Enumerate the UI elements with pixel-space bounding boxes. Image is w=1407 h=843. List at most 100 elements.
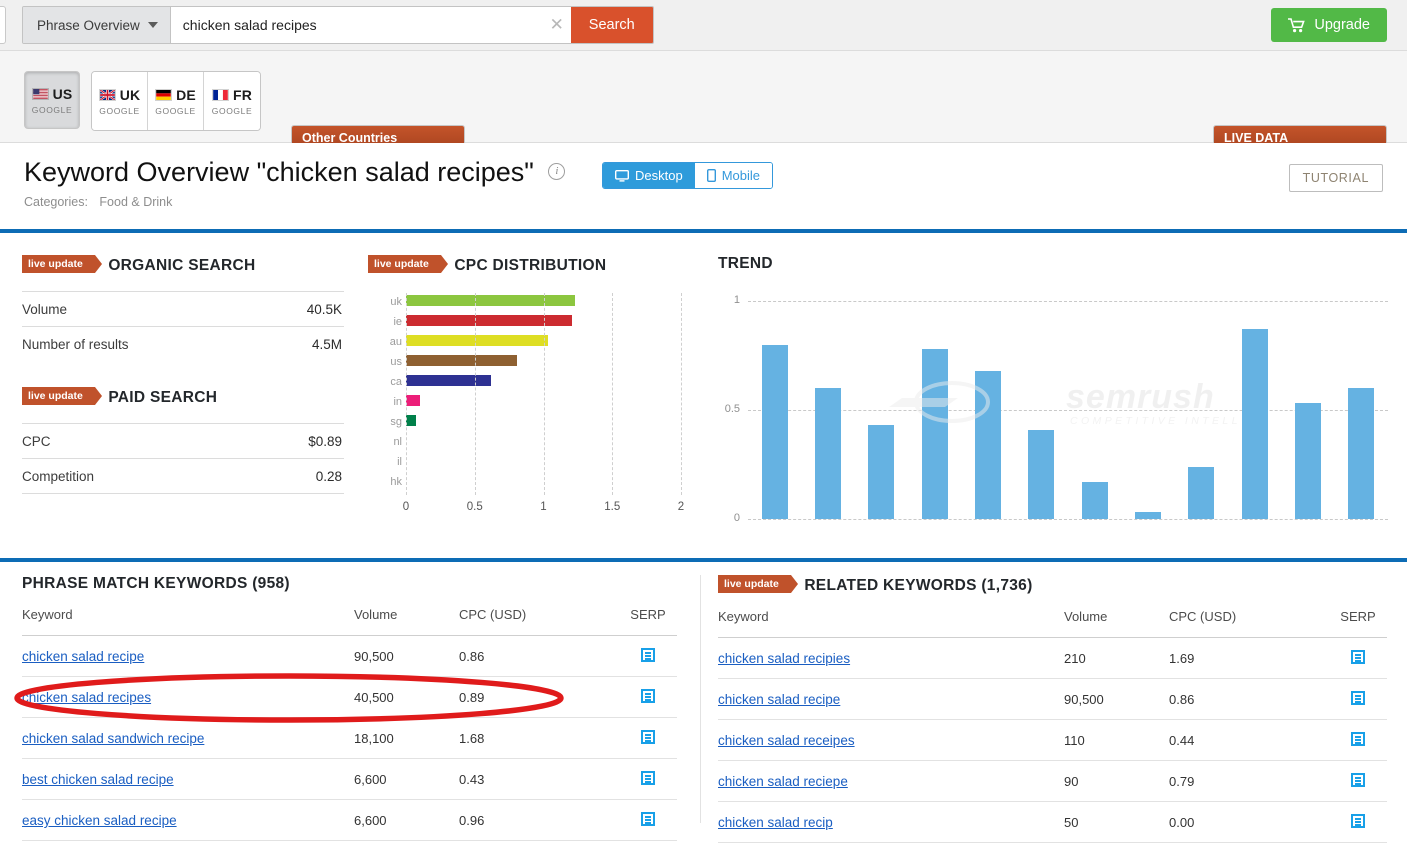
col-volume[interactable]: Volume — [1064, 609, 1169, 638]
trend-bar — [975, 370, 1001, 519]
trend-bar — [1028, 429, 1055, 519]
table-divider — [700, 575, 701, 823]
serp-icon[interactable] — [641, 812, 655, 826]
page-header: Keyword Overview "chicken salad recipes"… — [0, 143, 1407, 229]
live-update-badge: live update — [22, 255, 102, 273]
tab-desktop[interactable]: Desktop — [603, 163, 695, 188]
cpc-bar-ca — [406, 375, 492, 386]
section-divider-bottom — [0, 558, 1407, 562]
upgrade-button[interactable]: Upgrade — [1271, 8, 1387, 42]
db-code-us: US — [52, 85, 73, 102]
cpc-bar-sg — [406, 415, 416, 426]
search-input[interactable] — [170, 7, 543, 43]
tutorial-button[interactable]: TUTORIAL — [1288, 164, 1383, 192]
cell-cpc: 0.00 — [1169, 801, 1329, 843]
serp-icon[interactable] — [1351, 814, 1365, 828]
metric-label: Volume — [22, 302, 68, 317]
keyword-link[interactable]: chicken salad recipes — [22, 690, 151, 705]
cell-serp — [619, 635, 677, 677]
trend-chart: 0 0.5 1 — [718, 294, 1388, 527]
cell-volume: 18,100 — [354, 717, 459, 759]
related-keywords-title: RELATED KEYWORDS (1,736) — [804, 577, 1033, 594]
table-header-row: Keyword Volume CPC (USD) SERP — [22, 607, 677, 636]
cpc-bar-ie — [406, 315, 573, 326]
serp-icon[interactable] — [1351, 732, 1365, 746]
serp-icon[interactable] — [1351, 691, 1365, 705]
table-row: chicken salad recipies 210 1.69 — [718, 637, 1387, 679]
keyword-link[interactable]: chicken salad reciepe — [718, 774, 848, 789]
serp-icon[interactable] — [641, 689, 655, 703]
cell-cpc: 0.79 — [1169, 760, 1329, 802]
metric-value: $0.89 — [308, 434, 342, 449]
cell-keyword: best chicken salad recipe — [22, 758, 354, 800]
cpc-distribution-header: live update CPC DISTRIBUTION — [368, 255, 698, 275]
page-title-text: Keyword Overview "chicken salad recipes" — [24, 157, 534, 187]
cell-keyword: chicken salad recipes — [22, 676, 354, 718]
trend-bar — [1241, 329, 1268, 519]
col-volume[interactable]: Volume — [354, 607, 459, 636]
trend-gridline — [748, 519, 1388, 520]
clear-icon[interactable]: ✕ — [542, 7, 571, 43]
tab-mobile[interactable]: Mobile — [694, 163, 772, 188]
serp-icon[interactable] — [1351, 773, 1365, 787]
keyword-link[interactable]: chicken salad recipe — [22, 649, 144, 664]
trend-ytick-0.5: 0.5 — [724, 403, 740, 415]
trend-title: TREND — [718, 255, 773, 272]
serp-icon[interactable] — [1351, 650, 1365, 664]
metric-value: 4.5M — [311, 337, 342, 352]
serp-icon[interactable] — [641, 648, 655, 662]
col-keyword[interactable]: Keyword — [22, 607, 354, 636]
paid-search-header: live update PAID SEARCH — [22, 387, 344, 407]
tab-mobile-label: Mobile — [721, 168, 760, 183]
table-row: chicken salad recipes 40,500 0.89 — [22, 676, 677, 718]
cell-volume: 6,600 — [354, 799, 459, 841]
keyword-link[interactable]: easy chicken salad recipe — [22, 813, 177, 828]
flag-de-icon — [155, 88, 173, 101]
cpc-xtick-0.5: 0.5 — [466, 501, 483, 513]
col-cpc[interactable]: CPC (USD) — [459, 607, 619, 636]
db-button-us[interactable]: US GOOGLE — [24, 71, 80, 129]
db-button-de[interactable]: DE GOOGLE — [148, 72, 204, 130]
col-serp[interactable]: SERP — [619, 607, 677, 636]
serp-icon[interactable] — [641, 730, 655, 744]
cpc-gridline — [543, 293, 545, 495]
cell-serp — [1329, 719, 1387, 761]
trend-bar — [761, 344, 788, 519]
related-keywords-header: live update RELATED KEYWORDS (1,736) — [718, 575, 1387, 595]
keyword-link[interactable]: chicken salad sandwich recipe — [22, 731, 204, 746]
cpc-label-sg: sg — [390, 416, 402, 428]
cell-cpc: 1.69 — [1169, 637, 1329, 679]
serp-icon[interactable] — [641, 771, 655, 785]
metric-label: Competition — [22, 469, 95, 484]
cpc-bar-us — [406, 355, 518, 366]
db-engine-uk: GOOGLE — [99, 105, 140, 116]
categories-label: Categories: — [24, 195, 88, 209]
cpc-distribution-chart: uk ie au us ca in sg nl il hk 0 0.5 1 1.5 2 — [368, 293, 688, 533]
db-button-fr[interactable]: FR GOOGLE — [204, 72, 260, 130]
col-serp[interactable]: SERP — [1329, 609, 1387, 638]
cell-volume: 90,500 — [1064, 678, 1169, 720]
db-button-uk[interactable]: UK GOOGLE — [92, 72, 148, 130]
db-engine-us: GOOGLE — [31, 104, 73, 115]
cell-keyword: chicken salad recipies — [718, 637, 1064, 679]
cpc-gridline — [612, 293, 614, 495]
cpc-xtick-2: 2 — [677, 501, 685, 513]
cpc-xtick-1: 1 — [540, 501, 547, 513]
table-row: best chicken salad recipe 6,600 0.43 — [22, 758, 677, 800]
organic-search-header: live update ORGANIC SEARCH — [22, 255, 344, 275]
search-button[interactable]: Search — [570, 7, 653, 43]
section-divider-top — [0, 229, 1407, 233]
search-type-dropdown[interactable]: Phrase Overview — [23, 7, 171, 43]
keyword-link[interactable]: chicken salad recipe — [718, 692, 840, 707]
page-title: Keyword Overview "chicken salad recipes"… — [24, 157, 566, 188]
cell-cpc: 0.86 — [1169, 678, 1329, 720]
col-cpc[interactable]: CPC (USD) — [1169, 609, 1329, 638]
database-buttons: US GOOGLE UK GOOGLE DE GOOGLE FR GOOGLE — [24, 71, 261, 131]
col-keyword[interactable]: Keyword — [718, 609, 1064, 638]
cell-serp — [619, 676, 677, 718]
keyword-link[interactable]: chicken salad recipies — [718, 651, 850, 666]
cell-volume: 90,500 — [354, 635, 459, 677]
keyword-link[interactable]: best chicken salad recipe — [22, 772, 174, 787]
keyword-link[interactable]: chicken salad receipes — [718, 733, 855, 748]
info-icon[interactable]: i — [548, 163, 566, 180]
